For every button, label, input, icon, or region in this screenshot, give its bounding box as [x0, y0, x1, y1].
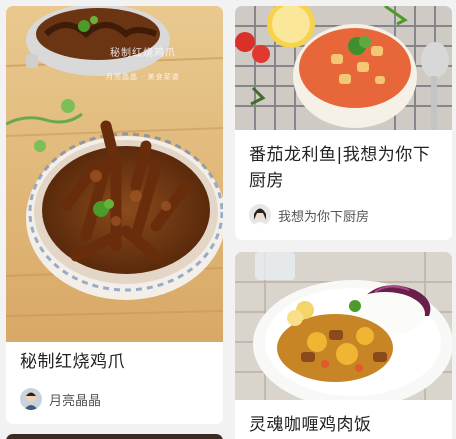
recipe-card[interactable]: 番茄龙利鱼|我想为你下厨房 我想为你下厨房 — [235, 6, 452, 240]
recipe-photo[interactable] — [235, 252, 452, 400]
avatar-icon — [249, 204, 271, 226]
author-row[interactable]: 月亮晶晶 — [20, 388, 101, 410]
curry-chicken-rice-photo — [235, 252, 452, 400]
recipe-title[interactable]: 番茄龙利鱼|我想为你下厨房 — [249, 142, 442, 194]
author-row[interactable]: 我想为你下厨房 — [249, 204, 369, 226]
tomato-fish-soup-photo — [235, 6, 452, 130]
recipe-title[interactable]: 灵魂咖喱鸡肉饭 — [249, 412, 442, 438]
photo-watermark-sub: 月亮晶晶 · 美食菜谱 — [106, 73, 180, 81]
author-avatar[interactable] — [249, 204, 271, 226]
photo-watermark: 秘制红烧鸡爪 — [110, 48, 176, 59]
author-name[interactable]: 我想为你下厨房 — [278, 206, 369, 225]
avatar-icon — [20, 388, 42, 410]
recipe-card[interactable]: 灵魂咖喱鸡肉饭 — [235, 252, 452, 439]
recipe-card[interactable]: 秘制红烧鸡爪 月亮晶晶 · 美食菜谱 秘制红烧鸡爪 月亮晶晶 — [6, 6, 223, 424]
recipe-photo[interactable] — [235, 6, 452, 130]
recipe-photo — [6, 434, 223, 439]
author-name[interactable]: 月亮晶晶 — [49, 390, 101, 409]
recipe-photo[interactable]: 秘制红烧鸡爪 月亮晶晶 · 美食菜谱 — [6, 6, 223, 342]
author-avatar[interactable] — [20, 388, 42, 410]
recipe-title[interactable]: 秘制红烧鸡爪 — [20, 349, 213, 375]
recipe-card-next[interactable] — [6, 434, 223, 439]
